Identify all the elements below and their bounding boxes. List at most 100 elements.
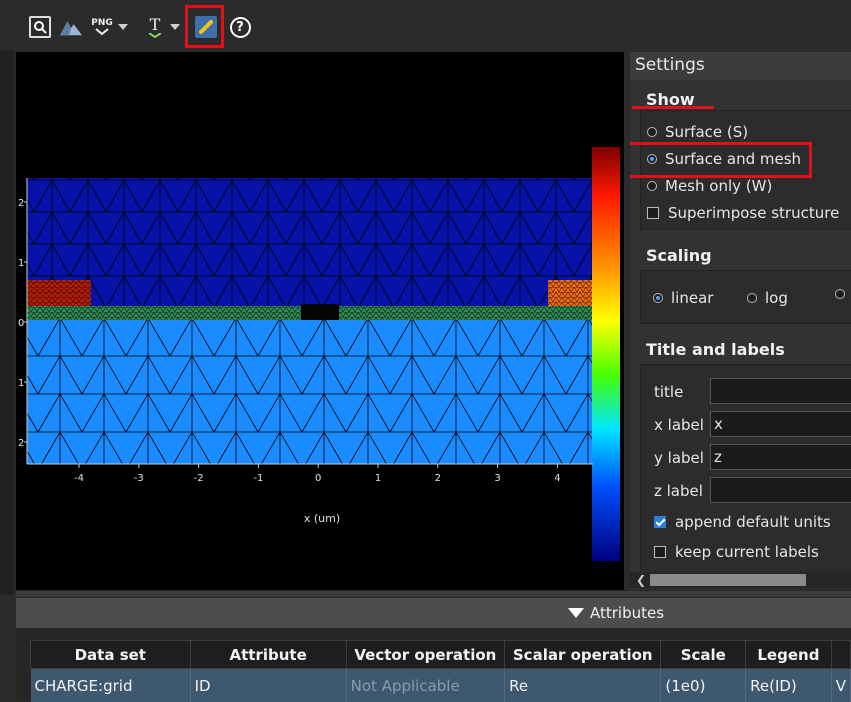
chevron-down-icon bbox=[170, 24, 180, 30]
column-header[interactable]: Attribute bbox=[190, 641, 346, 669]
column-header[interactable]: Data set bbox=[31, 641, 191, 669]
radio-linear[interactable]: linear bbox=[653, 289, 713, 307]
title-field-label: title bbox=[654, 383, 683, 401]
x-tick-label: -2 bbox=[194, 473, 204, 484]
horizontal-scrollbar[interactable]: ❮ bbox=[630, 572, 851, 588]
colorbar bbox=[592, 147, 620, 561]
mountain-view-button[interactable] bbox=[58, 14, 84, 40]
checkbox-box bbox=[654, 546, 666, 558]
superimpose-label: Superimpose structure bbox=[668, 204, 839, 222]
text-icon: T bbox=[144, 16, 166, 38]
settings-panel: Settings Show Surface (S) Surface and me… bbox=[630, 52, 851, 590]
x-tick-label: -4 bbox=[74, 473, 84, 484]
table-cell[interactable]: Not Applicable bbox=[346, 669, 504, 702]
radio-log-label: log bbox=[765, 289, 788, 307]
table-cell[interactable]: V bbox=[831, 669, 850, 702]
x-label-field[interactable]: x bbox=[710, 411, 851, 437]
toolbar: PNG T ? bbox=[0, 0, 851, 50]
help-icon: ? bbox=[230, 17, 251, 38]
keep-labels-label: keep current labels bbox=[675, 543, 819, 561]
text-button[interactable]: T bbox=[144, 14, 188, 40]
splitter-handle[interactable] bbox=[16, 591, 851, 597]
gap-region bbox=[301, 304, 339, 322]
lower-mesh bbox=[27, 320, 593, 464]
upper-mesh bbox=[27, 178, 593, 313]
column-header[interactable]: Legend bbox=[746, 641, 832, 669]
y-tick-label: 1 bbox=[18, 258, 24, 269]
settings-title: Settings bbox=[630, 52, 851, 80]
table-header-row: Data set Attribute Vector operation Scal… bbox=[31, 641, 851, 669]
y-tick-label: 1 bbox=[18, 378, 24, 389]
scrollbar-thumb[interactable] bbox=[650, 574, 806, 586]
scaling-section: linear log bbox=[640, 270, 851, 324]
chevron-left-icon[interactable]: ❮ bbox=[636, 573, 646, 587]
x-axis-label: x (um) bbox=[304, 512, 340, 525]
radio-third[interactable] bbox=[835, 289, 851, 299]
table-cell[interactable]: (1e0) bbox=[661, 669, 746, 702]
x-label-field-label: x label bbox=[654, 416, 704, 434]
append-units-label: append default units bbox=[675, 513, 831, 531]
show-underline bbox=[632, 106, 714, 109]
highlight-box bbox=[185, 5, 224, 48]
y-label-field-label: y label bbox=[654, 449, 704, 467]
zoom-icon bbox=[29, 16, 51, 38]
png-label: PNG bbox=[91, 18, 113, 28]
plot-area[interactable]: 2 1 0 1 2 -4 -3 -2 -1 0 1 2 3 4 x (um) bbox=[16, 52, 624, 590]
left-contact-mesh bbox=[27, 280, 91, 306]
attributes-table: Data set Attribute Vector operation Scal… bbox=[30, 640, 851, 702]
column-header[interactable]: Vector operation bbox=[346, 641, 504, 669]
attributes-toggle[interactable]: Attributes bbox=[16, 598, 851, 628]
title-labels-section: title x label x y label z z label append… bbox=[640, 364, 851, 590]
highlight-box bbox=[630, 142, 812, 178]
z-label-field[interactable] bbox=[710, 477, 851, 503]
table-cell[interactable]: ID bbox=[190, 669, 346, 702]
x-tick-label: 4 bbox=[554, 473, 560, 484]
table-cell[interactable]: Re(ID) bbox=[746, 669, 832, 702]
triangle-down-icon bbox=[568, 608, 584, 618]
y-ticks: 2 1 0 1 2 bbox=[18, 198, 27, 449]
checkbox-box bbox=[654, 516, 666, 528]
mesh-plot: 2 1 0 1 2 -4 -3 -2 -1 0 1 2 3 4 x (um) bbox=[16, 52, 624, 590]
title-labels-title: Title and labels bbox=[646, 340, 785, 359]
png-export-icon: PNG bbox=[90, 16, 114, 38]
attributes-label: Attributes bbox=[590, 604, 664, 622]
y-label-field[interactable]: z bbox=[710, 444, 851, 470]
column-header[interactable]: Scalar operation bbox=[505, 641, 661, 669]
title-field[interactable] bbox=[710, 378, 851, 404]
radio-log[interactable]: log bbox=[747, 289, 788, 307]
text-label: T bbox=[150, 17, 161, 33]
append-units-checkbox[interactable]: append default units bbox=[654, 513, 831, 531]
superimpose-checkbox[interactable]: Superimpose structure bbox=[647, 204, 839, 222]
chevron-down-icon bbox=[118, 24, 128, 30]
z-label-field-label: z label bbox=[654, 482, 703, 500]
table-cell[interactable]: Re bbox=[505, 669, 661, 702]
keep-labels-checkbox[interactable]: keep current labels bbox=[654, 543, 819, 561]
radio-mesh-only[interactable]: Mesh only (W) bbox=[647, 177, 772, 195]
radio-surface[interactable]: Surface (S) bbox=[647, 123, 748, 141]
y-tick-label: 2 bbox=[18, 438, 24, 449]
column-header[interactable] bbox=[831, 641, 850, 669]
table-row[interactable]: CHARGE:grid ID Not Applicable Re (1e0) R… bbox=[31, 669, 851, 702]
x-tick-label: 2 bbox=[435, 473, 441, 484]
table-cell[interactable]: CHARGE:grid bbox=[31, 669, 191, 702]
x-ticks: -4-3-2-101234 bbox=[74, 464, 561, 484]
help-button[interactable]: ? bbox=[228, 14, 252, 40]
radio-mesh-only-label: Mesh only (W) bbox=[665, 177, 772, 195]
y-tick-label: 2 bbox=[18, 198, 24, 209]
radio-dot bbox=[647, 127, 657, 137]
attributes-table-area: Data set Attribute Vector operation Scal… bbox=[16, 628, 851, 700]
x-tick-label: 3 bbox=[494, 473, 500, 484]
x-tick-label: -3 bbox=[134, 473, 144, 484]
checkbox-box bbox=[647, 207, 659, 219]
radio-dot bbox=[647, 181, 657, 191]
x-tick-label: -1 bbox=[253, 473, 263, 484]
y-tick-label: 0 bbox=[18, 318, 24, 329]
x-tick-label: 1 bbox=[375, 473, 381, 484]
png-export-button[interactable]: PNG bbox=[90, 14, 136, 40]
radio-surface-label: Surface (S) bbox=[665, 123, 748, 141]
left-edge-strip bbox=[0, 50, 14, 595]
help-label: ? bbox=[236, 21, 244, 34]
column-header[interactable]: Scale bbox=[661, 641, 746, 669]
radio-dot bbox=[653, 293, 663, 303]
zoom-button[interactable] bbox=[28, 14, 52, 40]
